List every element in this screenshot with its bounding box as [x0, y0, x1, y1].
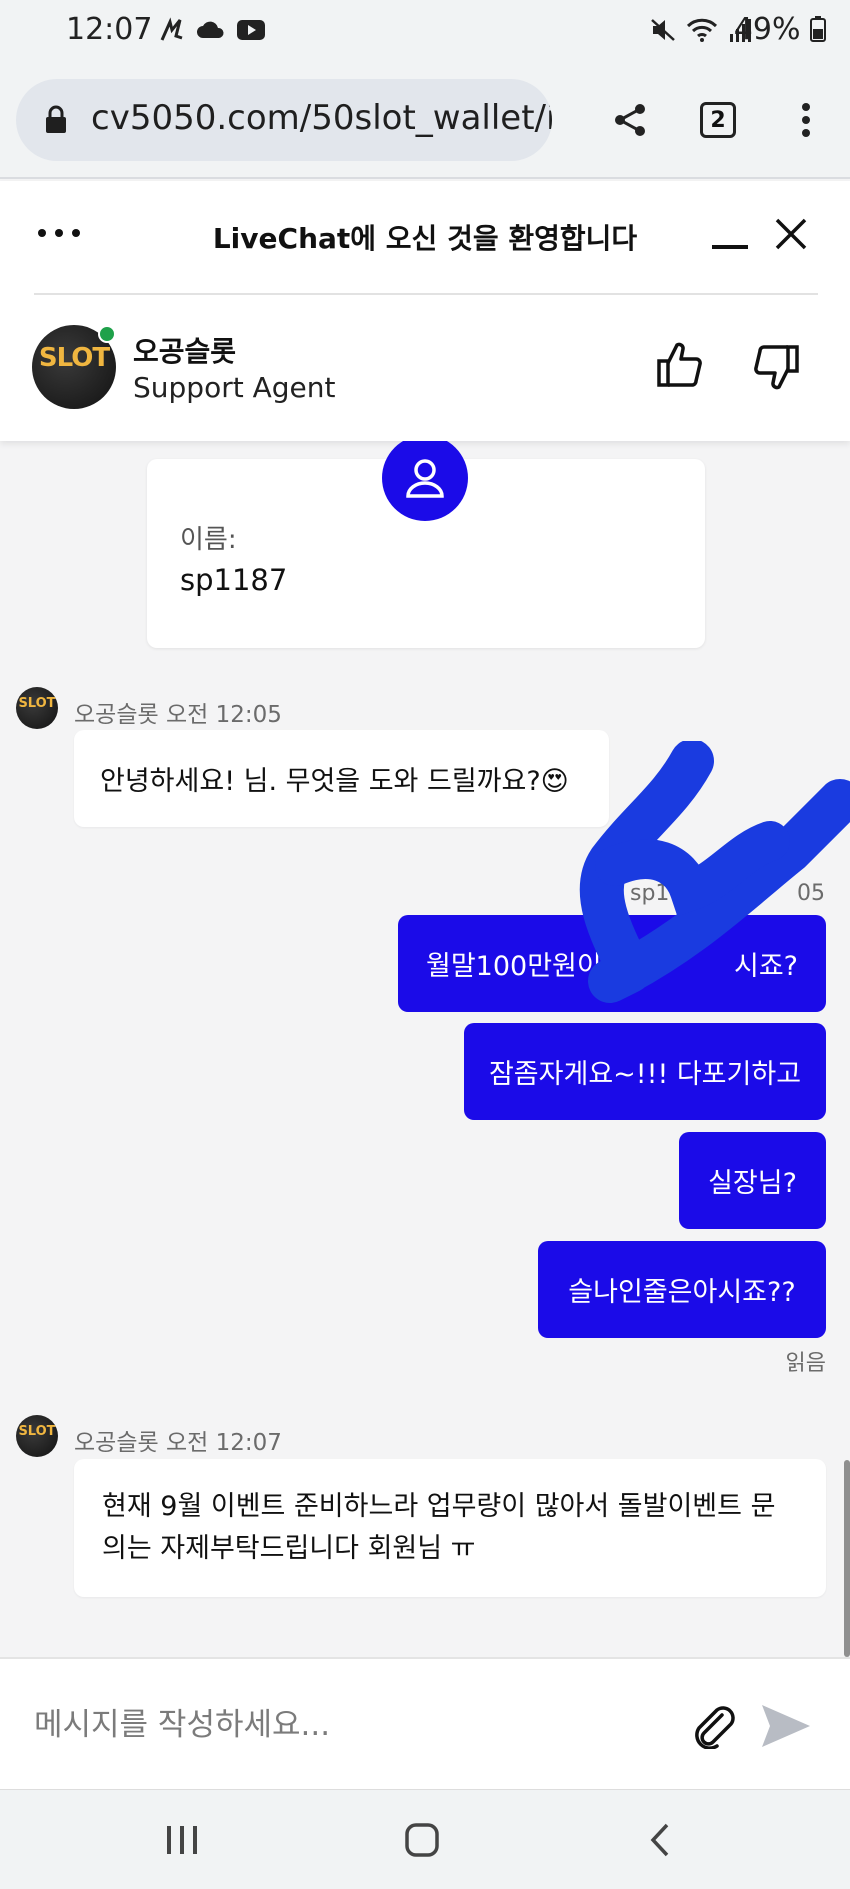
share-button[interactable] — [586, 79, 674, 161]
status-bar: 12:07 49% — [0, 0, 850, 62]
message-composer — [0, 1657, 850, 1791]
tab-count: 2 — [700, 102, 736, 138]
browser-toolbar: cv5050.com/50slot_wallet/i 2 — [0, 62, 850, 179]
message-input[interactable] — [34, 1659, 654, 1791]
lock-icon — [46, 105, 66, 133]
agent-name: 오공슬롯 — [133, 335, 237, 368]
home-button[interactable] — [382, 1812, 462, 1868]
share-icon — [615, 104, 645, 136]
browser-menu-button[interactable] — [762, 79, 850, 161]
paperclip-icon[interactable] — [690, 1701, 738, 1749]
header-divider — [34, 293, 818, 295]
form-field-label: 이름: — [180, 525, 237, 555]
message-meta: 오공슬롯 오전 12:05 — [74, 702, 282, 728]
tab-switcher-button[interactable]: 2 — [674, 79, 762, 161]
system-nav-bar — [0, 1789, 850, 1889]
thumbs-down-icon[interactable] — [752, 343, 800, 391]
battery-status: 49% — [734, 12, 826, 47]
recent-apps-icon — [167, 1826, 197, 1854]
wifi-icon — [686, 18, 718, 42]
mute-icon — [651, 19, 675, 41]
agent-logo: SLOT — [38, 343, 110, 373]
battery-icon — [810, 16, 826, 42]
read-status: 읽음 — [785, 1351, 826, 1376]
signature-icon — [160, 17, 183, 41]
close-icon[interactable] — [774, 217, 808, 251]
youtube-icon — [237, 20, 265, 40]
agent-role: Support Agent — [133, 371, 336, 404]
form-field-value: sp1187 — [180, 563, 288, 597]
back-icon — [650, 1823, 669, 1857]
home-icon — [405, 1823, 439, 1857]
agent-message: 현재 9월 이벤트 준비하느라 업무량이 많아서 돌발이벤트 문의는 자제부탁드… — [74, 1459, 826, 1597]
recent-apps-button[interactable] — [142, 1812, 222, 1868]
address-bar[interactable]: cv5050.com/50slot_wallet/i — [16, 79, 552, 161]
user-message: 슬나인줄은아시죠?? — [538, 1241, 826, 1338]
send-icon[interactable] — [760, 1703, 812, 1749]
chat-header: LiveChat에 오신 것을 환영합니다 SLOT 오공슬롯 Support … — [0, 181, 850, 441]
chat-title: LiveChat에 오신 것을 환영합니다 — [212, 222, 638, 255]
chat-messages[interactable]: 이름: sp1187 SLOT 오공슬롯 오전 12:05 안녕하세요! 님. … — [0, 441, 850, 1657]
agent-avatar-small: SLOT — [16, 687, 58, 729]
agent-avatar-small: SLOT — [16, 1415, 58, 1457]
cloud-icon — [197, 21, 224, 38]
back-button[interactable] — [620, 1812, 700, 1868]
message-meta: 오공슬롯 오전 12:07 — [74, 1430, 282, 1456]
agent-message: 안녕하세요! 님. 무엇을 도와 드릴까요?😍 — [74, 730, 609, 827]
redaction-scribble — [579, 741, 850, 1003]
status-time: 12:07 — [66, 12, 153, 47]
minimize-button[interactable] — [712, 245, 748, 249]
thumbs-up-icon[interactable] — [656, 341, 704, 389]
battery-percent: 49% — [733, 12, 801, 47]
more-vertical-icon — [802, 103, 810, 137]
chat-scrollbar[interactable] — [844, 1460, 850, 1657]
user-message: 실장님? — [679, 1132, 826, 1229]
online-indicator — [98, 325, 116, 343]
url-text: cv5050.com/50slot_wallet/i — [91, 98, 552, 138]
